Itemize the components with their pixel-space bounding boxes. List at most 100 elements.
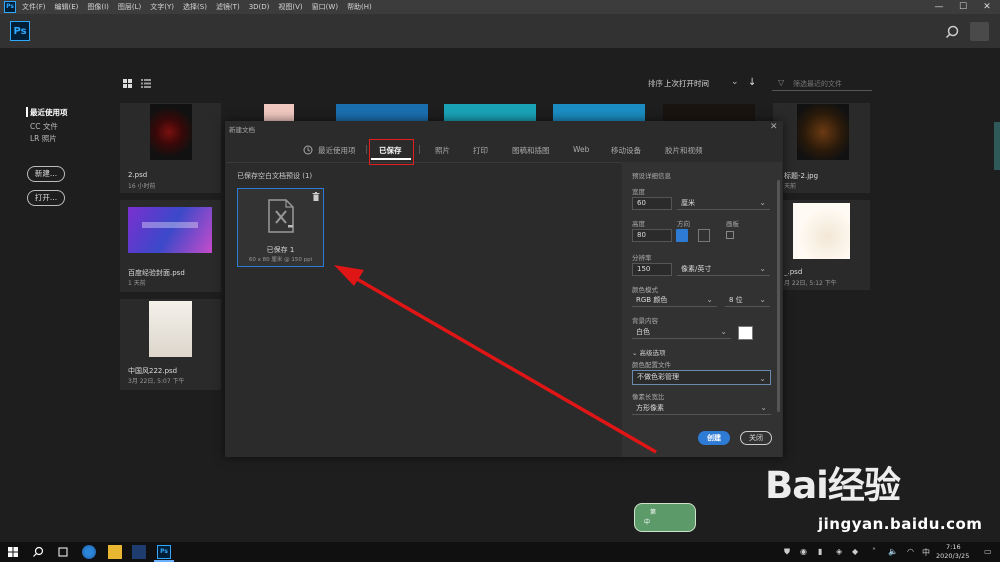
file-name: _.psd: [784, 268, 803, 276]
new-button[interactable]: 新建...: [27, 166, 65, 182]
network-icon[interactable]: ◉: [800, 547, 807, 556]
taskbar-app-icon[interactable]: [132, 545, 146, 559]
wifi-icon[interactable]: ◠: [907, 547, 914, 556]
panel-header: 预设详细信息: [632, 172, 671, 180]
artboard-label: 画板: [726, 220, 739, 228]
chevron-down-icon: ⌄: [759, 198, 766, 207]
menu-select[interactable]: 选择(S): [183, 2, 207, 12]
tab-separator: [366, 145, 367, 154]
menu-view[interactable]: 视图(V): [278, 2, 302, 12]
menu-filter[interactable]: 滤镜(T): [216, 2, 240, 12]
resolution-unit-dropdown[interactable]: 像素/英寸 ⌄: [677, 263, 770, 276]
tab-recent[interactable]: 最近使用项: [318, 145, 356, 156]
tab-print[interactable]: 打印: [473, 145, 488, 156]
clock-time[interactable]: 7:16: [946, 543, 961, 551]
portrait-orientation-icon[interactable]: [676, 229, 688, 242]
nav-lr-photos[interactable]: LR 照片: [30, 133, 57, 144]
close-button[interactable]: 关闭: [740, 431, 772, 445]
dialog-title: 新建文档: [229, 126, 255, 134]
menu-window[interactable]: 窗口(W): [312, 2, 338, 12]
chevron-down-icon[interactable]: ⌄: [731, 77, 739, 87]
color-profile-dropdown[interactable]: 不做色彩管理 ⌄: [632, 370, 771, 385]
background-color-swatch[interactable]: [738, 326, 753, 340]
clock-date[interactable]: 2020/3/25: [936, 552, 969, 560]
menu-type[interactable]: 文字(Y): [150, 2, 174, 12]
maximize-button[interactable]: ☐: [952, 0, 974, 14]
shield-icon[interactable]: ⛊: [784, 547, 790, 557]
color-mode-dropdown[interactable]: RGB 颜色 ⌄: [632, 294, 717, 307]
panel-scrollbar[interactable]: [777, 180, 780, 412]
resolution-label: 分辨率: [632, 254, 652, 262]
saved-presets-heading: 已保存空白文档预设 (1): [237, 171, 312, 181]
windows-start-icon[interactable]: [6, 545, 20, 559]
saved-presets-count: (1): [302, 172, 313, 180]
color-profile-value: 不做色彩管理: [637, 373, 679, 381]
notification-icon[interactable]: ▭: [984, 547, 992, 556]
tab-art-illustration[interactable]: 图稿和插图: [512, 145, 550, 156]
menu-file[interactable]: 文件(F): [22, 2, 46, 12]
open-button[interactable]: 打开...: [27, 190, 65, 206]
photoshop-logo[interactable]: Ps: [10, 21, 30, 41]
menu-image[interactable]: 图像(I): [87, 2, 109, 12]
app-bar: [0, 14, 1000, 48]
microphone-icon[interactable]: ▮: [818, 547, 822, 556]
watermark-url: jingyan.baidu.com: [818, 515, 983, 533]
document-icon: [268, 199, 294, 233]
width-unit-dropdown[interactable]: 厘米 ⌄: [677, 197, 770, 210]
baidu-logo: Bai经验: [765, 464, 901, 507]
file-explorer-icon[interactable]: [108, 545, 122, 559]
background-label: 背景内容: [632, 317, 658, 325]
app-tray-icon[interactable]: ◆: [852, 547, 858, 556]
badge-text: 中: [644, 519, 651, 526]
input-language[interactable]: 中: [922, 547, 930, 558]
user-avatar[interactable]: [970, 22, 989, 41]
window-close-button[interactable]: ✕: [976, 0, 998, 14]
height-input[interactable]: 80: [632, 229, 672, 242]
app-tray-icon[interactable]: ◈: [836, 547, 842, 556]
sort-direction-icon[interactable]: ↓: [748, 77, 756, 88]
nav-cc-files[interactable]: CC 文件: [30, 121, 58, 132]
clock-icon: [303, 145, 313, 155]
pixel-aspect-label: 像素长宽比: [632, 393, 665, 401]
menu-edit[interactable]: 编辑(E): [55, 2, 79, 12]
menu-3d[interactable]: 3D(D): [249, 3, 270, 11]
width-input[interactable]: 60: [632, 197, 672, 210]
menu-help[interactable]: 帮助(H): [347, 2, 372, 12]
saved-presets-title: 已保存空白文档预设: [237, 172, 300, 180]
grid-view-icon[interactable]: [123, 79, 132, 88]
search-icon[interactable]: [944, 24, 960, 40]
menu-bar: Ps 文件(F) 编辑(E) 图像(I) 图层(L) 文字(Y) 选择(S) 滤…: [0, 0, 1000, 14]
background-dropdown[interactable]: 白色 ⌄: [632, 326, 731, 339]
color-mode-value: RGB 颜色: [636, 296, 668, 304]
filter-placeholder: 筛选最近的文件: [793, 80, 842, 88]
artboard-checkbox[interactable]: [726, 231, 734, 239]
taskbar-search-icon[interactable]: [31, 545, 45, 559]
dialog-close-icon[interactable]: ✕: [770, 122, 778, 132]
create-button[interactable]: 创建: [698, 431, 730, 445]
volume-icon[interactable]: 🔈: [888, 547, 898, 556]
preset-info: 60 x 80 厘米 @ 150 ppi: [248, 257, 313, 263]
badge-text: 第: [650, 509, 657, 516]
chevron-up-icon[interactable]: ˄: [872, 547, 876, 556]
file-name: 2.psd: [128, 171, 148, 179]
edge-browser-icon[interactable]: [82, 545, 96, 559]
minimize-button[interactable]: —: [928, 0, 950, 14]
sort-dropdown[interactable]: 上次打开时间: [664, 78, 709, 89]
tab-mobile[interactable]: 移动设备: [611, 145, 641, 156]
chevron-down-icon: ⌄: [706, 295, 713, 304]
nav-recent[interactable]: 最近使用项: [30, 107, 68, 118]
tab-photo[interactable]: 照片: [435, 145, 450, 156]
tab-web[interactable]: Web: [573, 145, 589, 154]
bit-depth-dropdown[interactable]: 8 位 ⌄: [725, 294, 770, 307]
trash-icon[interactable]: [312, 192, 320, 201]
file-thumbnail: [128, 207, 212, 253]
advanced-toggle[interactable]: ⌄ 高级选项: [632, 347, 666, 357]
menu-layer[interactable]: 图层(L): [118, 2, 141, 12]
tab-film-video[interactable]: 胶片和视频: [665, 145, 703, 156]
landscape-orientation-icon[interactable]: [698, 229, 710, 242]
list-view-icon[interactable]: [141, 79, 151, 88]
pixel-aspect-dropdown[interactable]: 方形像素 ⌄: [632, 402, 771, 415]
photoshop-taskbar-icon[interactable]: Ps: [157, 545, 171, 559]
task-view-icon[interactable]: [56, 545, 70, 559]
resolution-input[interactable]: 150: [632, 263, 672, 276]
